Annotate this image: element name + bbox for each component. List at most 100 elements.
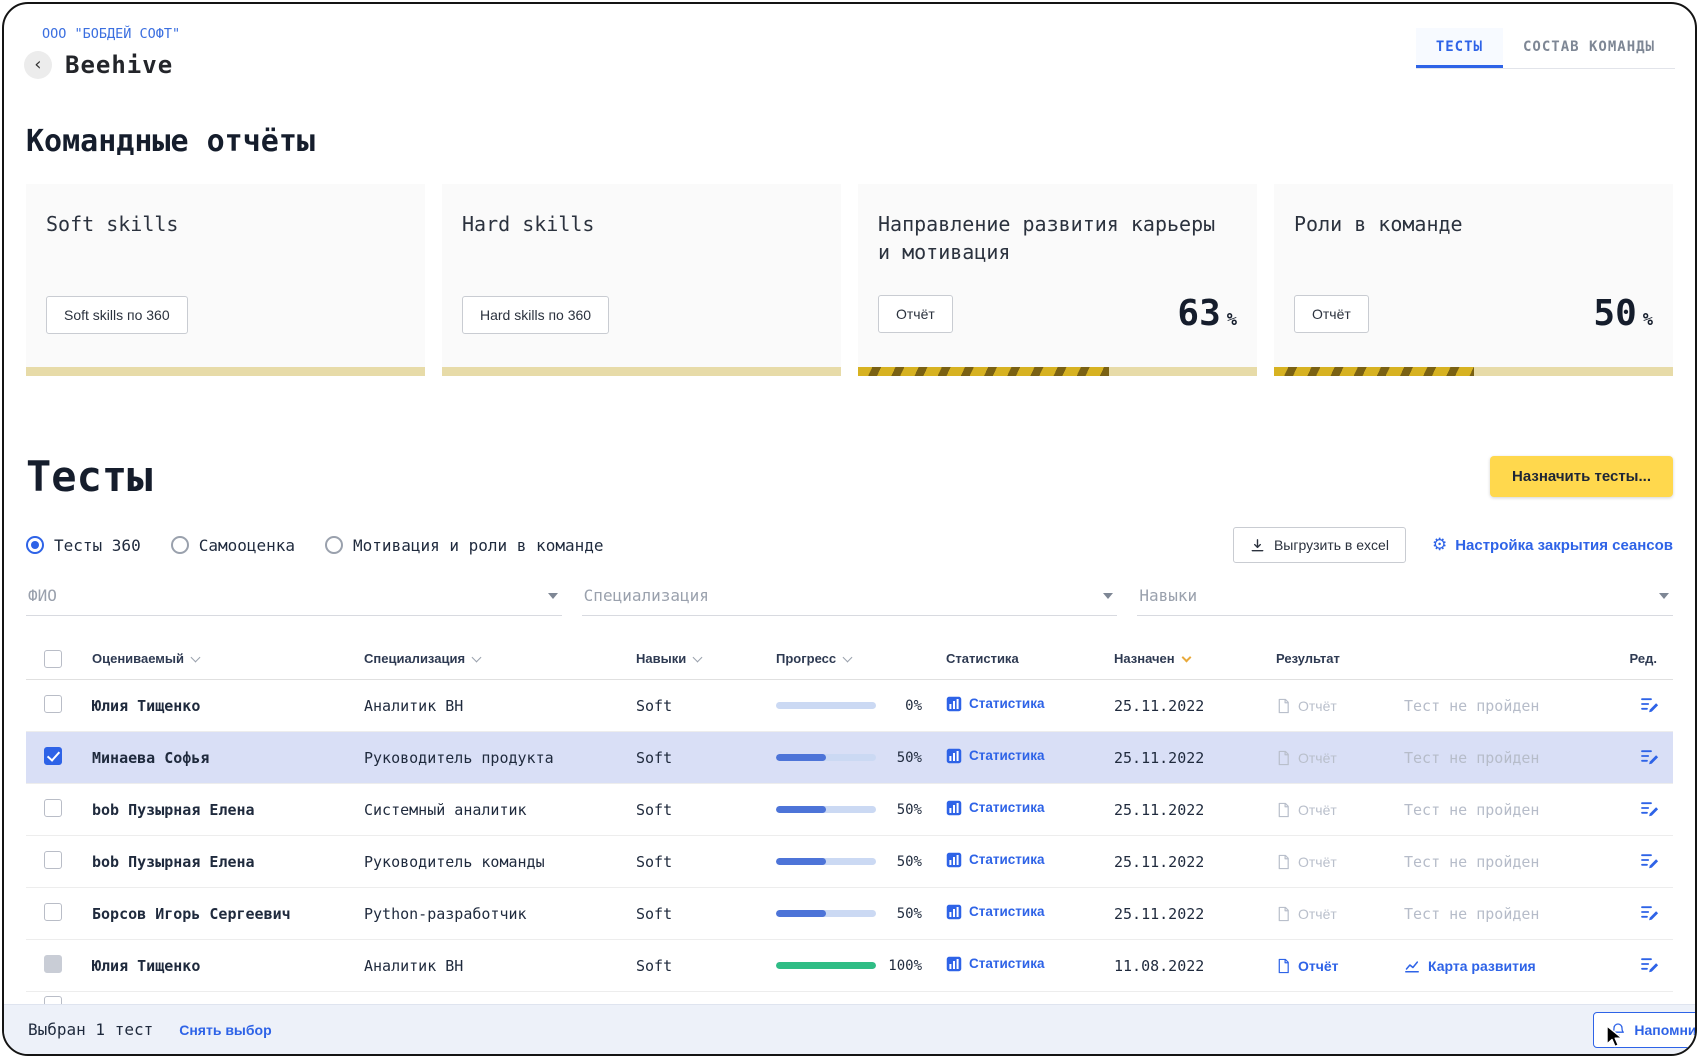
statistics-icon (946, 956, 962, 972)
clear-selection-link[interactable]: Снять выбор (179, 1022, 271, 1038)
edit-icon[interactable] (1639, 902, 1659, 922)
header-label: Результат (1276, 651, 1340, 666)
assigned-date: 25.11.2022 (1114, 749, 1276, 767)
row-checkbox[interactable] (44, 851, 62, 869)
radio-motivation-roles[interactable]: Мотивация и роли в команде (325, 536, 603, 555)
document-icon (1276, 854, 1291, 870)
report-link[interactable]: Отчёт (1276, 958, 1404, 974)
card-title: Soft skills (46, 210, 387, 238)
table-header: Оцениваемый Специализация Навыки Прогрес… (26, 638, 1673, 680)
statistics-link[interactable]: Статистика (946, 852, 1044, 868)
skills-cell: Soft (636, 749, 776, 767)
card-hard-skills: Hard skills Hard skills по 360 (442, 184, 841, 376)
radio-self-assessment[interactable]: Самооценка (171, 536, 295, 555)
edit-icon[interactable] (1639, 850, 1659, 870)
edit-icon[interactable] (1639, 798, 1659, 818)
soft-skills-360-button[interactable]: Soft skills по 360 (46, 296, 188, 334)
radio-icon (171, 536, 189, 554)
edit-icon[interactable] (1639, 746, 1659, 766)
skills-cell: Soft (636, 957, 776, 975)
header-assigned[interactable]: Назначен (1114, 651, 1276, 666)
row-checkbox[interactable] (44, 695, 62, 713)
statistics-link[interactable]: Статистика (946, 696, 1044, 712)
filter-skills-select[interactable]: Навыки (1137, 580, 1673, 616)
report-label: Отчёт (1298, 750, 1337, 766)
result-link: Тест не пройден (1404, 801, 1539, 819)
report-link: Отчёт (1276, 802, 1404, 818)
progress-cell: 50% (776, 750, 946, 766)
report-link: Отчёт (1276, 698, 1404, 714)
tests-header: Тесты Назначить тесты... (26, 452, 1673, 500)
result-cell: Отчёт Тест не пройден (1276, 697, 1617, 715)
statistics-link[interactable]: Статистика (946, 748, 1044, 764)
progress-bar (776, 910, 876, 917)
edit-icon[interactable] (1639, 694, 1659, 714)
filter-specialization-select[interactable]: Специализация (582, 580, 1118, 616)
statistics-link[interactable]: Статистика (946, 904, 1044, 920)
document-icon (1276, 958, 1291, 974)
chevron-down-icon (1659, 593, 1669, 599)
progress-bar (776, 754, 876, 761)
tab-team-members[interactable]: СОСТАВ КОМАНДЫ (1503, 28, 1675, 68)
statistics-icon (946, 800, 962, 816)
header-edit: Ред. (1630, 651, 1673, 666)
career-report-button[interactable]: Отчёт (878, 295, 953, 333)
filter-name-select[interactable]: ФИО (26, 580, 562, 616)
skills-cell: Soft (636, 905, 776, 923)
header-progress[interactable]: Прогресс (776, 651, 946, 666)
header-label: Оцениваемый (92, 651, 184, 666)
tab-tests[interactable]: ТЕСТЫ (1416, 28, 1503, 68)
header-specialization[interactable]: Специализация (364, 651, 636, 666)
edit-cell (1639, 902, 1673, 926)
checkbox-cell (26, 955, 92, 977)
session-settings-link[interactable]: ⚙ Настройка закрытия сеансов (1432, 537, 1673, 554)
document-icon (1276, 802, 1291, 818)
row-checkbox[interactable] (44, 747, 62, 765)
skills-cell: Soft (636, 697, 776, 715)
selection-footer: Выбран 1 тест Снять выбор Напомнить (4, 1004, 1695, 1054)
checkbox-cell (26, 695, 92, 717)
header-skills[interactable]: Навыки (636, 651, 776, 666)
select-all-checkbox[interactable] (44, 650, 62, 668)
specialization-cell: Аналитик ВН (364, 957, 636, 975)
result-cell: Отчёт Тест не пройден (1276, 905, 1617, 923)
header-statistics: Статистика (946, 651, 1114, 666)
progress-label: 50% (876, 906, 922, 922)
remind-button[interactable]: Напомнить (1593, 1012, 1697, 1048)
specialization-cell: Python-разработчик (364, 905, 636, 923)
export-excel-button[interactable]: Выгрузить в excel (1233, 527, 1406, 563)
radio-tests-360[interactable]: Тесты 360 (26, 536, 141, 555)
statistics-link[interactable]: Статистика (946, 956, 1044, 972)
checkbox-cell (26, 799, 92, 821)
back-button[interactable]: ‹ (24, 51, 52, 79)
row-checkbox[interactable] (44, 799, 62, 817)
header-label: Назначен (1114, 651, 1175, 666)
header-assessee[interactable]: Оцениваемый (92, 651, 364, 666)
progress-fill (776, 858, 826, 865)
header-label: Прогресс (776, 651, 836, 666)
statistics-icon (946, 852, 962, 868)
card-progressbar (858, 367, 1257, 376)
progress-fill (776, 806, 826, 813)
progress-label: 50% (876, 802, 922, 818)
progress-cell: 100% (776, 958, 946, 974)
specialization-cell: Аналитик ВН (364, 697, 636, 715)
table-row: Борсов Игорь Сергеевич Python-разработчи… (26, 888, 1673, 940)
row-checkbox[interactable] (44, 903, 62, 921)
filter-placeholder: Специализация (584, 586, 709, 605)
card-title: Направление развития карьеры и мотивация (878, 210, 1219, 266)
hard-skills-360-button[interactable]: Hard skills по 360 (462, 296, 609, 334)
card-team-roles: Роли в команде Отчёт 50% (1274, 184, 1673, 376)
roles-report-button[interactable]: Отчёт (1294, 295, 1369, 333)
assign-tests-button[interactable]: Назначить тесты... (1490, 456, 1673, 497)
statistics-label: Статистика (969, 696, 1044, 711)
result-link: Тест не пройден (1404, 853, 1539, 871)
growth-chart-icon (1404, 958, 1420, 974)
edit-icon[interactable] (1639, 954, 1659, 974)
result-text: Карта развития (1428, 958, 1536, 974)
report-link: Отчёт (1276, 750, 1404, 766)
result-link[interactable]: Карта развития (1404, 958, 1536, 974)
radio-icon (325, 536, 343, 554)
statistics-link[interactable]: Статистика (946, 800, 1044, 816)
statistics-cell: Статистика (946, 800, 1114, 820)
